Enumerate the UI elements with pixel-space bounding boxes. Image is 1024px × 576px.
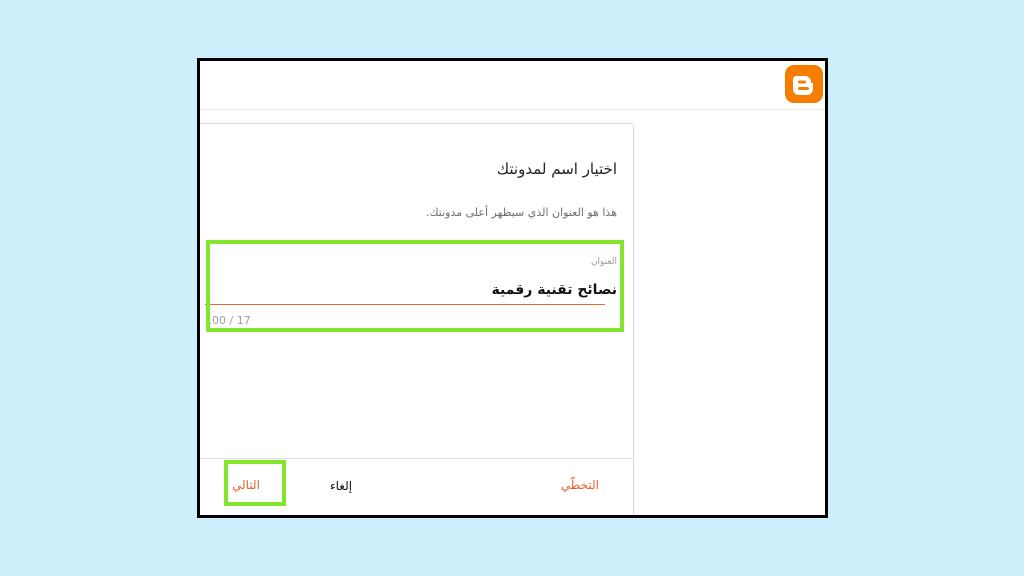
skip-button[interactable]: التخطّي: [561, 478, 599, 492]
dialog-title: اختيار اسم لمدونتك: [496, 160, 617, 178]
next-button-highlight-box: [224, 460, 286, 506]
cancel-button[interactable]: إلغاء: [330, 479, 352, 493]
blogger-logo-icon[interactable]: [785, 65, 823, 103]
dialog-description: هذا هو العنوان الذي سيظهر أعلى مدونتك.: [426, 206, 617, 219]
footer-divider: [200, 458, 633, 459]
blogger-b-glyph: [792, 76, 813, 95]
input-highlight-box: [206, 240, 624, 332]
top-bar: [200, 61, 825, 110]
browser-screen: اختيار اسم لمدونتك هذا هو العنوان الذي س…: [197, 58, 828, 518]
